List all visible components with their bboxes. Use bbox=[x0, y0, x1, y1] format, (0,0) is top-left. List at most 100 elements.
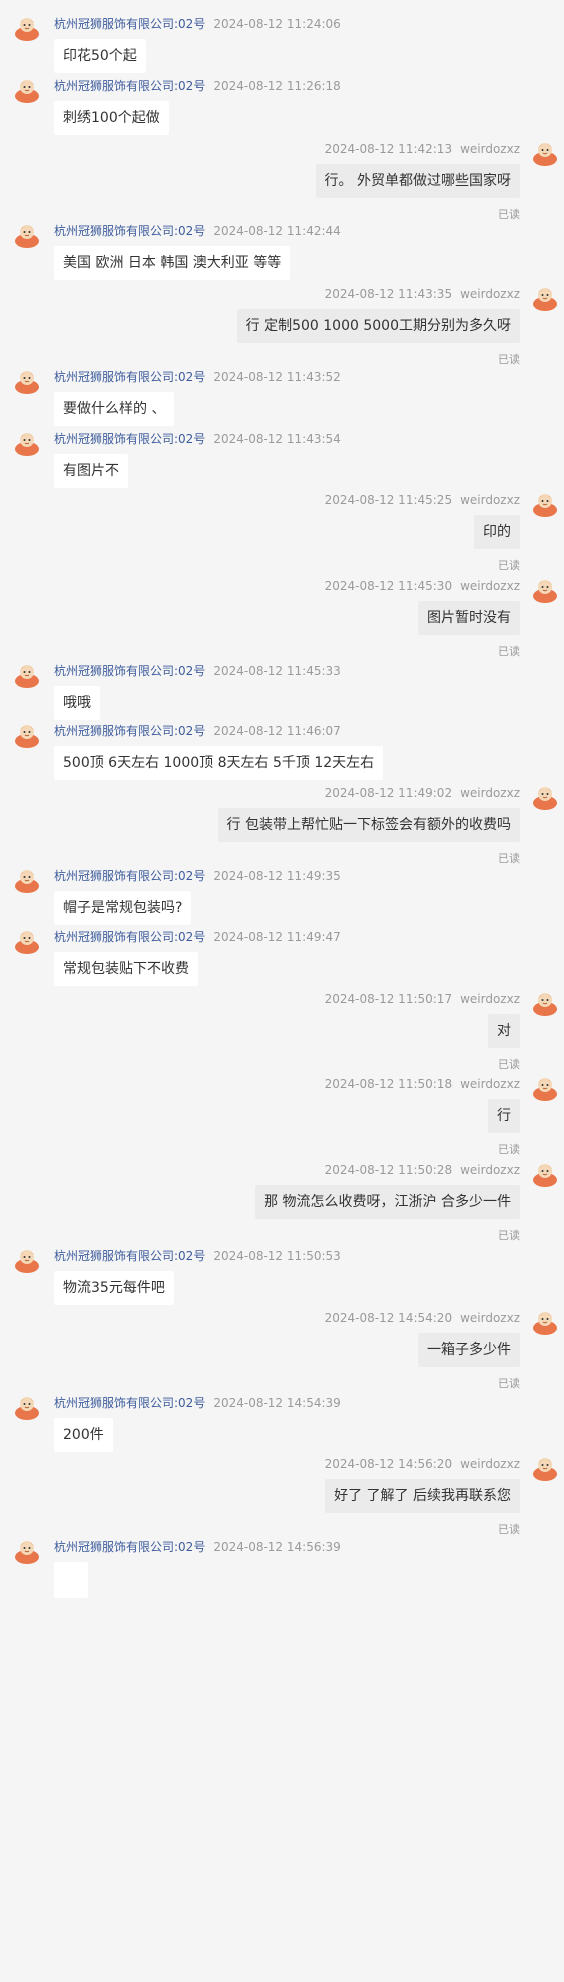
read-status: 已读 bbox=[498, 1523, 520, 1536]
avatar-icon[interactable] bbox=[532, 1455, 558, 1481]
message-meta: 杭州冠狮服饰有限公司:02号 2024-08-12 14:54:39 bbox=[54, 1396, 341, 1410]
message-meta: 杭州冠狮服饰有限公司:02号 2024-08-12 11:49:47 bbox=[54, 930, 341, 944]
message-bubble[interactable]: 帽子是常规包装吗? bbox=[54, 891, 192, 925]
message-bubble[interactable]: 印的 bbox=[474, 515, 520, 549]
avatar-icon[interactable] bbox=[532, 1075, 558, 1101]
sender-name[interactable]: 杭州冠狮服饰有限公司:02号 bbox=[54, 664, 205, 678]
avatar-icon[interactable] bbox=[14, 430, 40, 456]
message-bubble[interactable]: 美国 欧洲 日本 韩国 澳大利亚 等等 bbox=[54, 246, 291, 280]
sender-name[interactable]: 杭州冠狮服饰有限公司:02号 bbox=[54, 869, 205, 883]
sender-name: weirdozxz bbox=[460, 992, 520, 1006]
message-time: 2024-08-12 14:56:20 bbox=[324, 1457, 453, 1471]
read-status: 已读 bbox=[498, 1229, 520, 1242]
message-time: 2024-08-12 11:45:33 bbox=[213, 664, 341, 678]
message-bubble[interactable]: 500顶 6天左右 1000顶 8天左右 5千顶 12天左右 bbox=[54, 746, 384, 780]
message-bubble[interactable]: 好了 了解了 后续我再联系您 bbox=[325, 1479, 520, 1513]
message-meta: 杭州冠狮服饰有限公司:02号 2024-08-12 11:46:07 bbox=[54, 724, 341, 738]
avatar-icon[interactable] bbox=[14, 1394, 40, 1420]
read-status: 已读 bbox=[498, 645, 520, 658]
message-bubble[interactable]: 印花50个起 bbox=[54, 39, 146, 73]
avatar-icon[interactable] bbox=[14, 1538, 40, 1564]
sender-name[interactable]: 杭州冠狮服饰有限公司:02号 bbox=[54, 930, 205, 944]
message-meta: 2024-08-12 11:42:13 weirdozxz bbox=[317, 142, 520, 156]
avatar-icon[interactable] bbox=[532, 784, 558, 810]
avatar-icon[interactable] bbox=[14, 662, 40, 688]
message-time: 2024-08-12 11:46:07 bbox=[213, 724, 341, 738]
message-bubble[interactable]: 行 bbox=[488, 1099, 520, 1133]
avatar-icon[interactable] bbox=[532, 577, 558, 603]
message-time: 2024-08-12 11:45:25 bbox=[324, 493, 453, 507]
avatar-icon[interactable] bbox=[532, 990, 558, 1016]
message-time: 2024-08-12 11:50:18 bbox=[324, 1077, 453, 1091]
sender-name[interactable]: 杭州冠狮服饰有限公司:02号 bbox=[54, 724, 205, 738]
avatar-icon[interactable] bbox=[14, 77, 40, 103]
message-bubble[interactable]: 刺绣100个起做 bbox=[54, 101, 169, 135]
message-bubble[interactable]: 图片暂时没有 bbox=[418, 601, 520, 635]
read-status: 已读 bbox=[498, 353, 520, 366]
avatar-icon[interactable] bbox=[14, 1247, 40, 1273]
avatar-icon[interactable] bbox=[532, 1161, 558, 1187]
message-time: 2024-08-12 11:26:18 bbox=[213, 79, 341, 93]
sender-name[interactable]: 杭州冠狮服饰有限公司:02号 bbox=[54, 432, 205, 446]
message-bubble[interactable]: 行。 外贸单都做过哪些国家呀 bbox=[315, 164, 520, 198]
read-status: 已读 bbox=[498, 1377, 520, 1390]
avatar-icon[interactable] bbox=[14, 867, 40, 893]
message-bubble[interactable]: 物流35元每件吧 bbox=[54, 1271, 174, 1305]
message-time: 2024-08-12 11:49:02 bbox=[324, 786, 453, 800]
sender-name[interactable]: 杭州冠狮服饰有限公司:02号 bbox=[54, 1540, 205, 1554]
message-bubble[interactable]: 哦哦 bbox=[54, 686, 100, 720]
sender-name: weirdozxz bbox=[460, 579, 520, 593]
avatar-icon[interactable] bbox=[14, 722, 40, 748]
message-meta: 杭州冠狮服饰有限公司:02号 2024-08-12 14:56:39 bbox=[54, 1540, 341, 1554]
read-status: 已读 bbox=[498, 559, 520, 572]
message-time: 2024-08-12 11:49:47 bbox=[213, 930, 341, 944]
message-meta: 2024-08-12 14:56:20 weirdozxz bbox=[317, 1457, 520, 1471]
chat-history: 杭州冠狮服饰有限公司:02号 2024-08-12 11:24:06 印花50个起 … bbox=[0, 0, 564, 1982]
avatar-icon[interactable] bbox=[532, 1309, 558, 1335]
sender-name[interactable]: 杭州冠狮服饰有限公司:02号 bbox=[54, 17, 205, 31]
message-bubble[interactable]: 那 物流怎么收费呀，江浙沪 合多少一件 bbox=[255, 1185, 520, 1219]
message-time: 2024-08-12 11:50:17 bbox=[324, 992, 453, 1006]
message-time: 2024-08-12 11:50:53 bbox=[213, 1249, 341, 1263]
message-bubble[interactable] bbox=[54, 1562, 88, 1598]
read-status: 已读 bbox=[498, 1143, 520, 1156]
message-bubble[interactable]: 常规包装贴下不收费 bbox=[54, 952, 198, 986]
read-status: 已读 bbox=[498, 852, 520, 865]
message-meta: 2024-08-12 11:45:30 weirdozxz bbox=[317, 579, 520, 593]
message-meta: 2024-08-12 11:50:17 weirdozxz bbox=[317, 992, 520, 1006]
message-time: 2024-08-12 11:49:35 bbox=[213, 869, 341, 883]
avatar-icon[interactable] bbox=[532, 285, 558, 311]
message-bubble[interactable]: 要做什么样的 、 bbox=[54, 392, 175, 426]
message-bubble[interactable]: 行 包装带上帮忙贴一下标签会有额外的收费吗 bbox=[217, 808, 520, 842]
message-bubble[interactable]: 200件 bbox=[54, 1418, 113, 1452]
message-meta: 杭州冠狮服饰有限公司:02号 2024-08-12 11:26:18 bbox=[54, 79, 341, 93]
message-meta: 2024-08-12 11:50:28 weirdozxz bbox=[317, 1163, 520, 1177]
message-time: 2024-08-12 11:43:35 bbox=[324, 287, 453, 301]
message-meta: 2024-08-12 11:45:25 weirdozxz bbox=[317, 493, 520, 507]
message-meta: 2024-08-12 14:54:20 weirdozxz bbox=[317, 1311, 520, 1325]
message-bubble[interactable]: 对 bbox=[488, 1014, 520, 1048]
sender-name[interactable]: 杭州冠狮服饰有限公司:02号 bbox=[54, 1249, 205, 1263]
message-meta: 杭州冠狮服饰有限公司:02号 2024-08-12 11:42:44 bbox=[54, 224, 341, 238]
message-meta: 杭州冠狮服饰有限公司:02号 2024-08-12 11:50:53 bbox=[54, 1249, 341, 1263]
sender-name[interactable]: 杭州冠狮服饰有限公司:02号 bbox=[54, 224, 205, 238]
sender-name: weirdozxz bbox=[460, 1163, 520, 1177]
read-status: 已读 bbox=[498, 1058, 520, 1071]
avatar-icon[interactable] bbox=[532, 140, 558, 166]
message-bubble[interactable]: 行 定制500 1000 5000工期分别为多久呀 bbox=[236, 309, 520, 343]
message-time: 2024-08-12 11:43:52 bbox=[213, 370, 341, 384]
sender-name[interactable]: 杭州冠狮服饰有限公司:02号 bbox=[54, 1396, 205, 1410]
message-time: 2024-08-12 11:42:44 bbox=[213, 224, 341, 238]
avatar-icon[interactable] bbox=[14, 222, 40, 248]
message-bubble[interactable]: 一箱子多少件 bbox=[418, 1333, 520, 1367]
message-meta: 杭州冠狮服饰有限公司:02号 2024-08-12 11:45:33 bbox=[54, 664, 341, 678]
avatar-icon[interactable] bbox=[532, 491, 558, 517]
avatar-icon[interactable] bbox=[14, 368, 40, 394]
message-bubble[interactable]: 有图片不 bbox=[54, 454, 128, 488]
sender-name[interactable]: 杭州冠狮服饰有限公司:02号 bbox=[54, 370, 205, 384]
avatar-icon[interactable] bbox=[14, 15, 40, 41]
sender-name: weirdozxz bbox=[460, 142, 520, 156]
sender-name[interactable]: 杭州冠狮服饰有限公司:02号 bbox=[54, 79, 205, 93]
message-meta: 2024-08-12 11:49:02 weirdozxz bbox=[317, 786, 520, 800]
avatar-icon[interactable] bbox=[14, 928, 40, 954]
